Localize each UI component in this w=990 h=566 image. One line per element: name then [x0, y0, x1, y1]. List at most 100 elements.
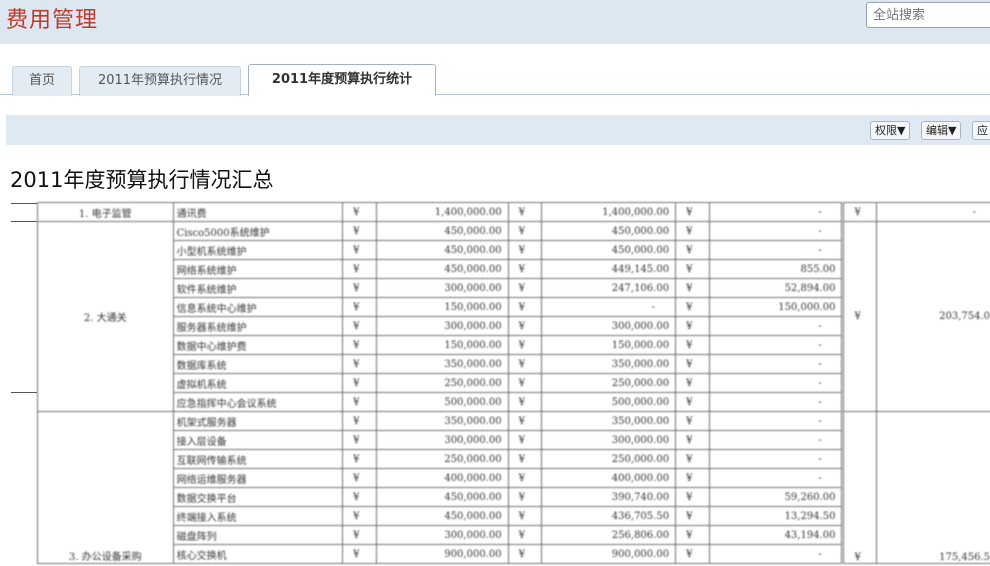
currency-cell: ¥ — [675, 430, 710, 450]
currency-cell: ¥ — [841, 221, 878, 412]
item-name-cell: 网络系统维护 — [172, 259, 344, 279]
currency-cell: ¥ — [507, 506, 543, 526]
currency-cell: ¥ — [342, 259, 377, 279]
divider — [11, 392, 37, 393]
currency-cell: ¥ — [675, 278, 710, 298]
remaining-amount-cell: - — [708, 411, 844, 431]
currency-cell: ¥ — [342, 335, 377, 355]
remaining-amount-cell: - — [708, 240, 844, 260]
currency-cell: ¥ — [342, 506, 377, 526]
currency-cell: ¥ — [507, 259, 543, 279]
budget-amount-cell: 150,000.00 — [376, 335, 509, 355]
budget-summary-table: 1. 电子监管 通讯费 ¥1,400,000.00 ¥1,400,000.00 ¥ - ¥ -… — [37, 202, 990, 566]
spent-amount-cell: 900,000.00 — [541, 544, 677, 564]
currency-cell: ¥ — [342, 544, 377, 564]
item-name-cell: 网络运维服务器 — [172, 468, 344, 488]
remaining-amount-cell: 43,194.00 — [708, 525, 844, 545]
remaining-amount-cell: - — [708, 373, 844, 393]
currency-cell: ¥ — [675, 316, 710, 336]
currency-cell: ¥ — [342, 468, 377, 488]
item-name-cell: 虚拟机系统 — [172, 373, 344, 393]
divider — [11, 221, 37, 222]
budget-amount-cell: 300,000.00 — [376, 525, 509, 545]
spent-amount-cell: 250,000.00 — [541, 449, 677, 469]
tab-2011-budget-statistics[interactable]: 2011年度预算执行统计 — [248, 64, 436, 96]
budget-amount-cell: 300,000.00 — [376, 316, 509, 336]
remaining-amount-cell: 52,894.00 — [708, 278, 844, 298]
tab-2011-budget-execution[interactable]: 2011年预算执行情况 — [79, 66, 241, 96]
currency-cell: ¥ — [342, 221, 377, 241]
currency-cell: ¥ — [507, 335, 543, 355]
remaining-amount-cell: - — [708, 335, 844, 355]
currency-cell: ¥ — [507, 468, 543, 488]
currency-cell: ¥ — [507, 525, 543, 545]
budget-amount-cell: 450,000.00 — [376, 506, 509, 526]
currency-cell: ¥ — [342, 316, 377, 336]
currency-cell: ¥ — [507, 297, 543, 317]
remaining-amount-cell: - — [708, 544, 844, 564]
currency-cell: ¥ — [507, 411, 543, 431]
currency-cell: ¥ — [342, 411, 377, 431]
currency-cell: ¥ — [507, 202, 543, 222]
tab-bar: 首页 2011年预算执行情况 2011年度预算执行统计 — [0, 64, 990, 96]
currency-cell: ¥ — [342, 487, 377, 507]
apply-button[interactable]: 应 — [972, 121, 990, 140]
budget-amount-cell: 450,000.00 — [376, 240, 509, 260]
currency-cell: ¥ — [675, 468, 710, 488]
currency-cell: ¥ — [507, 278, 543, 298]
currency-cell: ¥ — [675, 202, 710, 222]
app-header: 费用管理 — [0, 0, 990, 44]
currency-cell: ¥ — [342, 240, 377, 260]
item-name-cell: 应急指挥中心会议系统 — [172, 392, 344, 412]
item-name-cell: 数据交换平台 — [172, 487, 344, 507]
spent-amount-cell: - — [541, 297, 677, 317]
spent-amount-cell: 450,000.00 — [541, 221, 677, 241]
budget-amount-cell: 250,000.00 — [376, 373, 509, 393]
category-cell: 3. 办公设备采购 — [37, 411, 174, 564]
currency-cell: ¥ — [841, 411, 878, 564]
budget-amount-cell: 900,000.00 — [376, 544, 509, 564]
budget-amount-cell: 450,000.00 — [376, 259, 509, 279]
currency-cell: ¥ — [342, 525, 377, 545]
currency-cell: ¥ — [342, 392, 377, 412]
table-row: 2. 大通关 Cisco5000系统维护 ¥450,000.00 ¥450,000.0… — [37, 221, 990, 412]
permissions-button[interactable]: 权限▼ — [870, 121, 911, 140]
currency-cell: ¥ — [342, 202, 377, 222]
site-search-input[interactable] — [866, 2, 990, 28]
spent-amount-cell: 250,000.00 — [541, 373, 677, 393]
budget-amount-cell: 300,000.00 — [376, 278, 509, 298]
table-row: 3. 办公设备采购 机架式服务器 ¥350,000.00 ¥350,000.00 ¥ - ¥… — [37, 411, 990, 564]
currency-cell: ¥ — [841, 202, 878, 222]
currency-cell: ¥ — [342, 430, 377, 450]
remaining-amount-cell: - — [708, 354, 844, 374]
spent-amount-cell: 150,000.00 — [541, 335, 677, 355]
currency-cell: ¥ — [675, 297, 710, 317]
remaining-amount-cell: - — [708, 316, 844, 336]
currency-cell: ¥ — [675, 354, 710, 374]
currency-cell: ¥ — [675, 259, 710, 279]
currency-cell: ¥ — [342, 449, 377, 469]
item-name-cell: 通讯费 — [172, 202, 344, 222]
spent-amount-cell: 300,000.00 — [541, 316, 677, 336]
tab-home[interactable]: 首页 — [12, 66, 72, 96]
item-name-cell: 机架式服务器 — [172, 411, 344, 431]
remaining-amount-cell: 855.00 — [708, 259, 844, 279]
currency-cell: ¥ — [342, 373, 377, 393]
budget-amount-cell: 1,400,000.00 — [376, 202, 509, 222]
spent-amount-cell: 390,740.00 — [541, 487, 677, 507]
budget-amount-cell: 400,000.00 — [376, 468, 509, 488]
currency-cell: ¥ — [507, 430, 543, 450]
currency-cell: ¥ — [342, 278, 377, 298]
currency-cell: ¥ — [507, 354, 543, 374]
currency-cell: ¥ — [675, 240, 710, 260]
edit-button[interactable]: 编辑▼ — [921, 121, 962, 140]
table-row: 1. 电子监管 通讯费 ¥1,400,000.00 ¥1,400,000.00 ¥ - ¥ - — [37, 202, 990, 222]
item-name-cell: 终端接入系统 — [172, 506, 344, 526]
budget-amount-cell: 500,000.00 — [376, 392, 509, 412]
spent-amount-cell: 256,806.00 — [541, 525, 677, 545]
spent-amount-cell: 1,400,000.00 — [541, 202, 677, 222]
spent-amount-cell: 449,145.00 — [541, 259, 677, 279]
spent-amount-cell: 247,106.00 — [541, 278, 677, 298]
currency-cell: ¥ — [675, 525, 710, 545]
remaining-amount-cell: 59,260.00 — [708, 487, 844, 507]
